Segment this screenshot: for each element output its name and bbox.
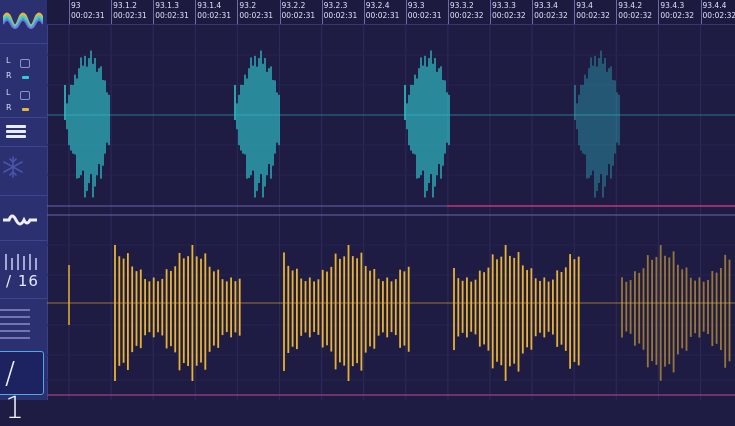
tick-time-label: 00:02:31 [71, 11, 105, 20]
sidebar-toolbar: L R L R / 16 [0, 0, 48, 400]
channel-toggle[interactable] [20, 59, 30, 68]
channel-right-1[interactable]: R [6, 71, 42, 83]
tick-time-label: 00:02:32 [492, 11, 526, 20]
channel-label: R [6, 71, 12, 80]
tick-position-label: 93.1.4 [197, 1, 221, 10]
channel-left-2[interactable]: L [6, 88, 42, 100]
tick-time-label: 00:02:31 [155, 11, 189, 20]
tick-time-label: 00:02:32 [534, 11, 568, 20]
tick-position-label: 93 [71, 1, 81, 10]
channel-label: R [6, 103, 12, 112]
tick-time-label: 00:02:32 [576, 11, 610, 20]
tick-time-label: 00:02:31 [239, 11, 273, 20]
tick-position-label: 93.4.2 [618, 1, 642, 10]
channel-left-1[interactable]: L [6, 56, 42, 68]
timeline-ruler[interactable]: 9300:02:3193.1.200:02:3193.1.300:02:3193… [47, 0, 735, 25]
tick-position-label: 93.1.2 [113, 1, 137, 10]
tick-position-label: 93.4 [576, 1, 593, 10]
waveform-canvas[interactable] [47, 25, 735, 400]
waveform-logo-icon[interactable] [3, 4, 43, 36]
tick-position-label: 93.2.4 [366, 1, 390, 10]
tick-time-label: 00:02:31 [113, 11, 147, 20]
tick-position-label: 93.2.3 [324, 1, 348, 10]
snowflake-icon[interactable] [2, 156, 24, 178]
tick-time-label: 00:02:31 [408, 11, 442, 20]
tick-position-label: 93.2 [239, 1, 256, 10]
waveform-area[interactable] [47, 25, 735, 400]
tick-time-label: 00:02:31 [282, 11, 316, 20]
ratio-label: / 1 [5, 356, 43, 426]
tick-time-label: 00:02:32 [703, 11, 735, 20]
steps-icon[interactable] [4, 252, 40, 270]
tick-position-label: 93.1.3 [155, 1, 179, 10]
tick-time-label: 00:02:32 [618, 11, 652, 20]
lines-icon[interactable] [0, 308, 30, 344]
tick-time-label: 00:02:32 [450, 11, 484, 20]
tick-position-label: 93.3.2 [450, 1, 474, 10]
tick-time-label: 00:02:31 [366, 11, 400, 20]
channel-right-2[interactable]: R [6, 103, 42, 115]
tick-time-label: 00:02:32 [660, 11, 694, 20]
wave-icon[interactable] [3, 210, 37, 230]
channel-toggle[interactable] [20, 91, 30, 100]
channel-color-swatch [22, 76, 29, 79]
tick-position-label: 93.3.3 [492, 1, 516, 10]
tick-time-label: 00:02:31 [324, 11, 358, 20]
ratio-button[interactable]: / 1 [0, 351, 44, 395]
steps-label: / 16 [6, 272, 39, 290]
tick-position-label: 93.2.2 [282, 1, 306, 10]
tick-position-label: 93.4.4 [703, 1, 727, 10]
menu-icon[interactable] [6, 125, 26, 139]
tick-time-label: 00:02:31 [197, 11, 231, 20]
tick-position-label: 93.3.4 [534, 1, 558, 10]
channel-label: L [6, 56, 10, 65]
channel-color-swatch [22, 108, 29, 111]
tick-position-label: 93.4.3 [660, 1, 684, 10]
channel-label: L [6, 88, 10, 97]
tick-position-label: 93.3 [408, 1, 425, 10]
